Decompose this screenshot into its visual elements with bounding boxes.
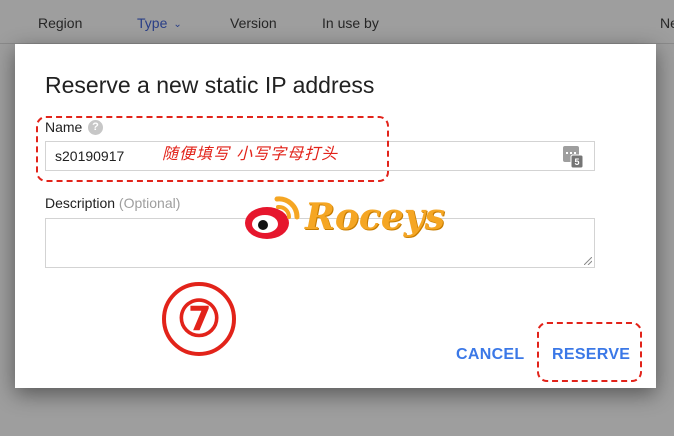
column-version[interactable]: Version (230, 15, 277, 31)
description-label: Description (Optional) (45, 195, 180, 211)
svg-text:5: 5 (574, 157, 579, 167)
column-in-use-by[interactable]: In use by (322, 15, 379, 31)
watermark-text: Roceys (305, 196, 445, 238)
column-type[interactable]: Type ⌄ (137, 15, 182, 31)
password-manager-icon[interactable]: 5 (563, 146, 583, 168)
resize-grip-icon[interactable] (584, 257, 592, 265)
column-truncated[interactable]: Ne (660, 15, 674, 31)
column-type-label: Type (137, 15, 168, 31)
description-label-text: Description (45, 195, 116, 211)
cancel-button[interactable]: CANCEL (456, 346, 524, 364)
optional-hint: (Optional) (118, 195, 181, 211)
step-number-badge: ⑦ (162, 282, 236, 356)
weibo-logo-icon (245, 196, 300, 239)
table-header: Region Type ⌄ Version In use by Ne (0, 0, 674, 44)
chevron-down-icon: ⌄ (173, 19, 182, 30)
dialog-title: Reserve a new static IP address (45, 72, 375, 98)
column-region[interactable]: Region (38, 15, 82, 31)
reserve-button-highlight (537, 322, 642, 382)
annotation-note: 随便填写 小写字母打头 (162, 144, 339, 163)
